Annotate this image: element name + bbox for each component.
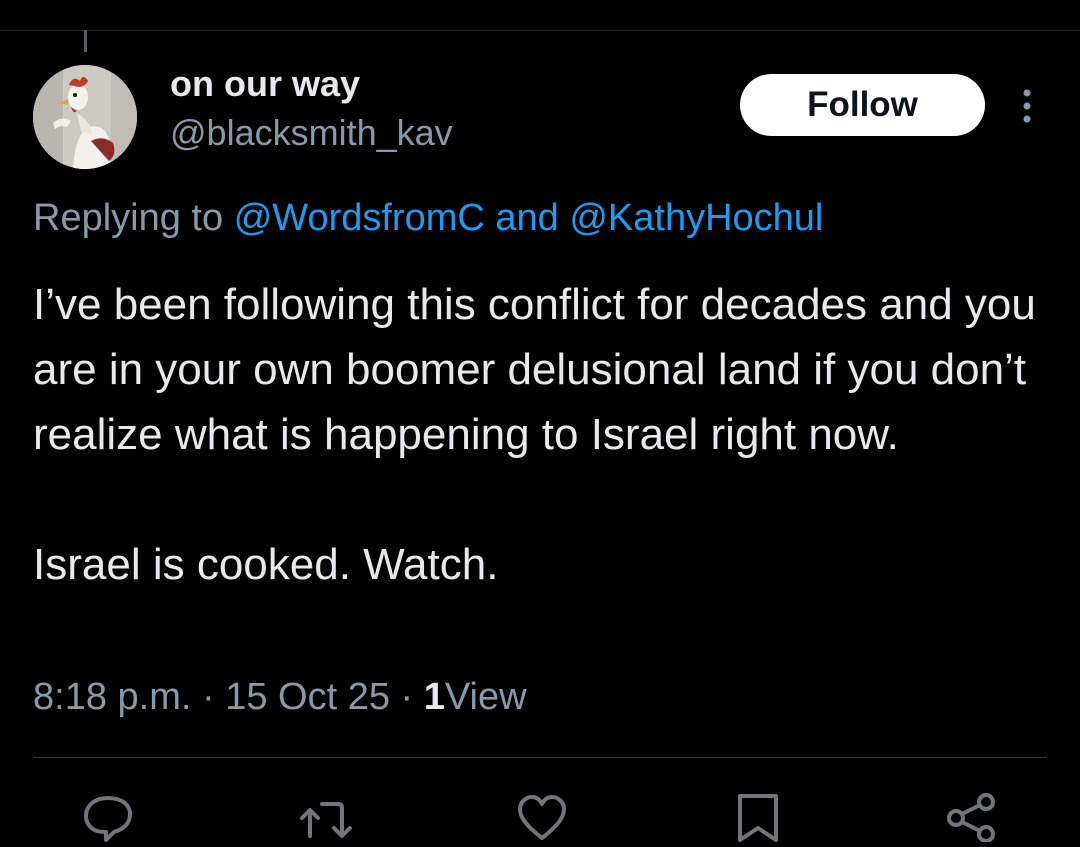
bookmark-icon[interactable] <box>730 792 786 842</box>
replying-to: Replying to @WordsfromC and @KathyHochul <box>33 197 823 240</box>
meta-separator: · <box>400 676 414 718</box>
views-label: View <box>444 676 527 718</box>
tweet-meta: 8:18 p.m. · 15 Oct 25 · 1View <box>33 676 527 719</box>
avatar-image <box>33 65 137 169</box>
tweet-paragraph: I’ve been following this conflict for de… <box>33 280 1036 459</box>
share-icon[interactable] <box>944 792 1000 843</box>
meta-separator: · <box>201 676 215 718</box>
like-icon[interactable] <box>514 792 570 842</box>
views-count: 1 <box>423 676 445 718</box>
mention-link[interactable]: @KathyHochul <box>569 197 823 239</box>
thread-connector-line <box>84 30 87 52</box>
author-handle[interactable]: @blacksmith_kav <box>170 112 453 154</box>
top-divider <box>0 30 1080 31</box>
author-display-name[interactable]: on our way <box>170 63 360 105</box>
tweet-time[interactable]: 8:18 p.m. <box>33 676 191 718</box>
more-options-icon[interactable] <box>1012 88 1042 124</box>
mention-joiner[interactable]: and <box>495 197 558 239</box>
tweet-date[interactable]: 15 Oct 25 <box>225 676 390 718</box>
follow-button[interactable]: Follow <box>740 74 985 136</box>
mention-link[interactable]: @WordsfromC <box>234 197 485 239</box>
tweet-text: I’ve been following this conflict for de… <box>33 272 1063 597</box>
reply-icon[interactable] <box>80 792 136 842</box>
actions-divider <box>33 757 1047 758</box>
replying-to-label: Replying to <box>33 197 224 239</box>
tweet-paragraph: Israel is cooked. Watch. <box>33 540 499 589</box>
retweet-icon[interactable] <box>298 792 354 842</box>
avatar[interactable] <box>33 65 137 169</box>
